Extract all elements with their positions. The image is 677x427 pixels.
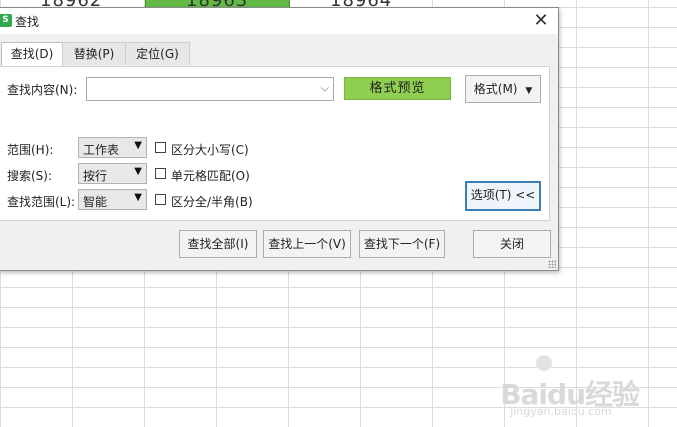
match-case-checkbox[interactable]: [155, 142, 166, 153]
find-dialog: S 查找 ✕ 查找(D) 替换(P) 定位(G) 查找内容(N): ⌵ 格式预览…: [0, 7, 559, 271]
lookin-value: 智能: [83, 195, 108, 209]
match-width-label: 区分全/半角(B): [171, 195, 253, 209]
dropdown-arrow-icon: ▼: [134, 166, 142, 177]
resize-grip-icon[interactable]: [548, 260, 556, 268]
scope-label: 范围(H):: [7, 143, 54, 157]
tab-replace[interactable]: 替换(P): [62, 42, 126, 65]
scope-value: 工作表: [83, 143, 120, 157]
search-select[interactable]: 按行 ▼: [78, 163, 147, 184]
dialog-titlebar[interactable]: S 查找 ✕: [0, 8, 558, 34]
search-value: 按行: [83, 169, 108, 183]
app-logo-icon: S: [0, 14, 12, 27]
scope-select[interactable]: 工作表 ▼: [78, 137, 147, 158]
match-cell-checkbox[interactable]: [155, 168, 166, 179]
search-label: 搜索(S):: [7, 169, 53, 183]
match-cell-label: 单元格匹配(O): [171, 169, 250, 183]
lookin-select[interactable]: 智能 ▼: [78, 189, 147, 210]
watermark-paw-icon: [536, 355, 552, 371]
dropdown-arrow-icon: ▼: [134, 192, 142, 203]
watermark-url: jingyan.baidu.com: [510, 405, 612, 418]
find-all-button[interactable]: 查找全部(I): [179, 230, 257, 258]
match-width-checkbox[interactable]: [155, 194, 166, 205]
match-case-label: 区分大小写(C): [171, 143, 249, 157]
dropdown-arrow-icon: ▼: [134, 140, 142, 151]
find-panel: 查找内容(N): ⌵ 格式预览 格式(M) ▼ 范围(H): 工作表 ▼ 区分大…: [0, 66, 550, 221]
close-icon[interactable]: ✕: [530, 10, 552, 32]
find-content-input[interactable]: ⌵: [86, 77, 334, 101]
tab-goto[interactable]: 定位(G): [125, 42, 190, 65]
find-next-button[interactable]: 查找下一个(F): [359, 230, 445, 258]
format-button[interactable]: 格式(M) ▼: [465, 75, 541, 103]
chevron-down-icon[interactable]: ⌵: [321, 81, 329, 95]
format-preview: 格式预览: [344, 77, 451, 100]
close-button[interactable]: 关闭: [473, 230, 551, 258]
format-button-label: 格式(M): [473, 82, 518, 96]
find-previous-button[interactable]: 查找上一个(V): [263, 230, 351, 258]
dropdown-arrow-icon: ▼: [525, 86, 533, 96]
watermark: Baidu经验 jingyan.baidu.com: [500, 373, 640, 418]
find-content-label: 查找内容(N):: [7, 83, 78, 97]
tab-find[interactable]: 查找(D): [1, 42, 63, 67]
dialog-title: 查找: [15, 15, 40, 29]
lookin-label: 查找范围(L):: [7, 195, 76, 209]
options-button[interactable]: 选项(T) <<: [465, 181, 541, 211]
